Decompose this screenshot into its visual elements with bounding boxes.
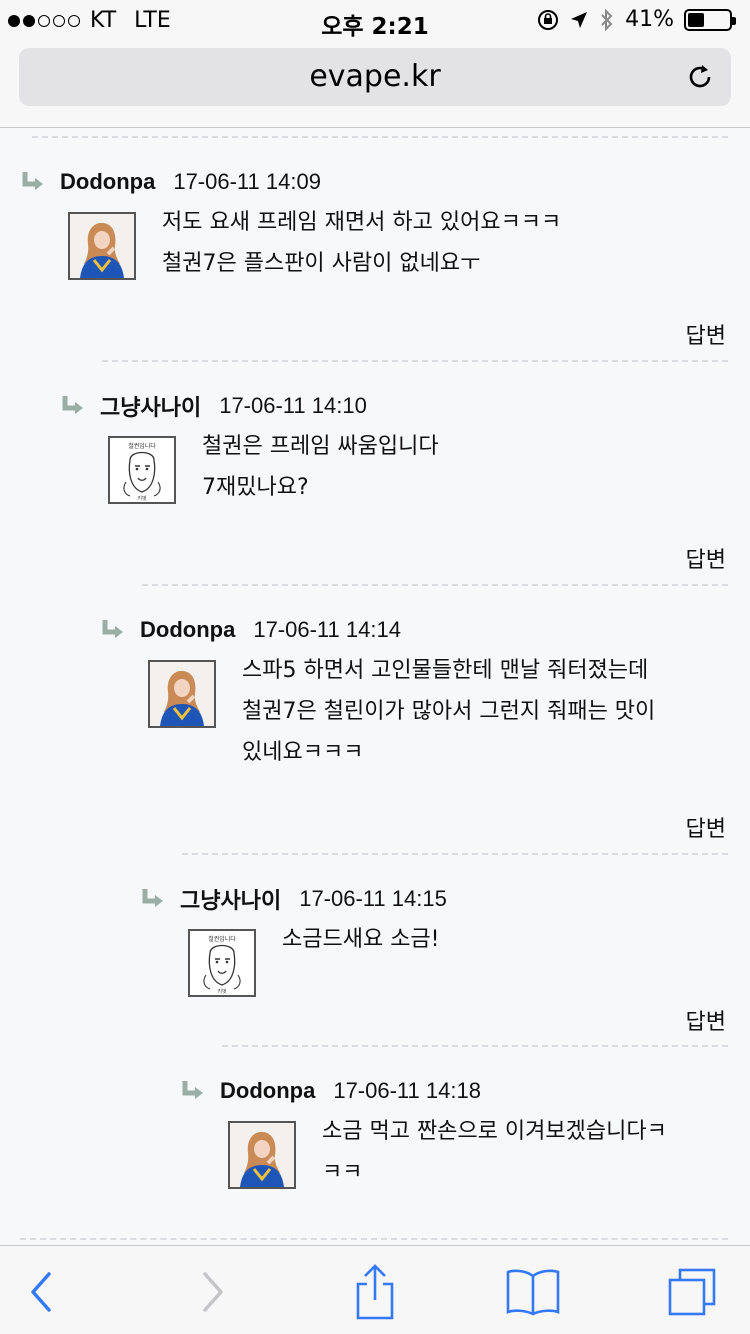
comment-date: 17-06-11 14:18	[333, 1078, 481, 1103]
reply-link[interactable]: 답변	[686, 1004, 726, 1036]
comment-author[interactable]: 그냥사나이	[180, 883, 281, 915]
comment-line: 있네요ㅋㅋㅋ	[242, 740, 364, 765]
reply-link[interactable]: 답변	[686, 542, 726, 574]
comment-header: 그냥사나이 17-06-11 14:10	[60, 386, 367, 426]
comment-separator	[182, 853, 728, 855]
address-bar[interactable]: evape.kr	[19, 48, 731, 106]
forward-button[interactable]	[184, 1266, 240, 1318]
comment-header: 그냥사나이 17-06-11 14:15	[140, 879, 447, 919]
comment-body: 소금 먹고 짠손으로 이겨보겠습니다ㅋ ㅋㅋ	[322, 1111, 667, 1193]
reply-link[interactable]: 답변	[686, 318, 726, 350]
reply-arrow-icon	[62, 396, 83, 414]
comment-author[interactable]: Dodonpa	[60, 169, 155, 195]
battery-percent: 41%	[625, 7, 674, 32]
comment-body: 저도 요새 프레임 재면서 하고 있어요ㅋㅋㅋ 철권7은 플스판이 사람이 없네요…	[162, 202, 561, 284]
avatar-sketch-face: 철권입니다키벗	[108, 436, 176, 504]
status-bar: KT LTE 오후 2:21 41%	[0, 0, 750, 40]
comment-thread: Dodonpa 17-06-11 14:09 저도 요새 프레임 재면서 하고 있어…	[0, 128, 750, 1245]
comment-item: Dodonpa 17-06-11 14:14 스파5 하면서 고인물들한테 맨날 줘…	[100, 610, 750, 810]
comment-author[interactable]: 그냥사나이	[100, 390, 201, 422]
comment-body: 철권은 프레임 싸움입니다 7재밌나요?	[202, 426, 439, 508]
comment-item: Dodonpa 17-06-11 14:18 소금 먹고 짠손으로 이겨보겠습니다ㅋ…	[180, 1071, 750, 1245]
comment-header: Dodonpa 17-06-11 14:18	[180, 1071, 481, 1111]
avatar-sketch-face: 철권입니다키벗	[188, 929, 256, 997]
comment-line: 소금드새요 소금!	[282, 927, 440, 952]
reply-arrow-icon	[22, 172, 43, 190]
tabs-button[interactable]	[664, 1266, 720, 1318]
comment-separator	[20, 1238, 728, 1240]
forward-icon	[203, 1272, 223, 1312]
comment-date: 17-06-11 14:10	[219, 393, 367, 418]
comment-line: 소금 먹고 짠손으로 이겨보겠습니다ㅋ	[322, 1119, 667, 1144]
comment-author[interactable]: Dodonpa	[220, 1078, 315, 1104]
url-domain: evape.kr	[309, 59, 441, 94]
comment-item: Dodonpa 17-06-11 14:09 저도 요새 프레임 재면서 하고 있어…	[20, 162, 750, 362]
reply-link[interactable]: 답변	[686, 811, 726, 843]
share-button[interactable]	[347, 1264, 403, 1320]
rotation-lock-icon	[538, 9, 559, 30]
comment-header: Dodonpa 17-06-11 14:14	[100, 610, 401, 650]
avatar-girl-blue	[148, 660, 216, 728]
comment-line: 저도 요새 프레임 재면서 하고 있어요ㅋㅋㅋ	[162, 210, 562, 235]
browser-toolbar	[0, 1245, 750, 1334]
comment-header: Dodonpa 17-06-11 14:09	[20, 162, 321, 202]
comment-date: 17-06-11 14:14	[253, 617, 401, 642]
share-icon	[356, 1264, 394, 1320]
location-icon	[571, 11, 588, 28]
reply-arrow-icon	[142, 889, 163, 907]
back-icon	[31, 1272, 51, 1312]
svg-text:철권입니다: 철권입니다	[128, 442, 156, 450]
comment-item: 그냥사나이 17-06-11 14:10 철권입니다키벗 철권은 프레임 싸움입니다 7…	[60, 386, 750, 586]
comment-body: 소금드새요 소금!	[282, 919, 440, 960]
battery-icon	[684, 8, 736, 31]
comment-date: 17-06-11 14:09	[173, 169, 321, 194]
avatar-girl-blue	[68, 212, 136, 280]
svg-text:키벗: 키벗	[137, 495, 147, 502]
comment-item: 그냥사나이 17-06-11 14:15 철권입니다키벗 소금드새요 소금!	[140, 879, 750, 1079]
reload-icon[interactable]	[685, 62, 715, 92]
back-button[interactable]	[14, 1266, 70, 1318]
comment-author[interactable]: Dodonpa	[140, 617, 235, 643]
bookmarks-button[interactable]	[505, 1266, 561, 1318]
comment-date: 17-06-11 14:15	[299, 886, 447, 911]
comment-line: 7재밌나요?	[202, 475, 309, 500]
reply-arrow-icon	[182, 1081, 203, 1099]
comment-line: 스파5 하면서 고인물들한테 맨날 줘터졌는데	[242, 658, 649, 683]
comment-separator	[222, 1045, 728, 1047]
bookmarks-icon	[506, 1269, 560, 1316]
comment-line: ㅋㅋ	[322, 1160, 363, 1185]
comment-line: 철권은 프레임 싸움입니다	[202, 434, 439, 459]
reply-arrow-icon	[102, 620, 123, 638]
comment-separator	[142, 584, 728, 586]
address-bar-container: evape.kr	[0, 40, 750, 128]
comment-body: 스파5 하면서 고인물들한테 맨날 줘터졌는데철권7은 철린이가 많아서 그런지…	[242, 650, 655, 773]
comment-separator	[102, 360, 728, 362]
bluetooth-icon	[601, 8, 613, 31]
svg-text:철권입니다: 철권입니다	[208, 935, 236, 943]
tabs-icon	[668, 1268, 716, 1316]
comment-line: 철권7은 플스판이 사람이 없네요ㅜ	[162, 251, 481, 276]
avatar-girl-blue	[228, 1121, 296, 1189]
comment-separator	[32, 136, 728, 138]
comment-line: 철권7은 철린이가 많아서 그런지 줘패는 맛이	[242, 699, 656, 724]
svg-text:키벗: 키벗	[217, 988, 227, 995]
